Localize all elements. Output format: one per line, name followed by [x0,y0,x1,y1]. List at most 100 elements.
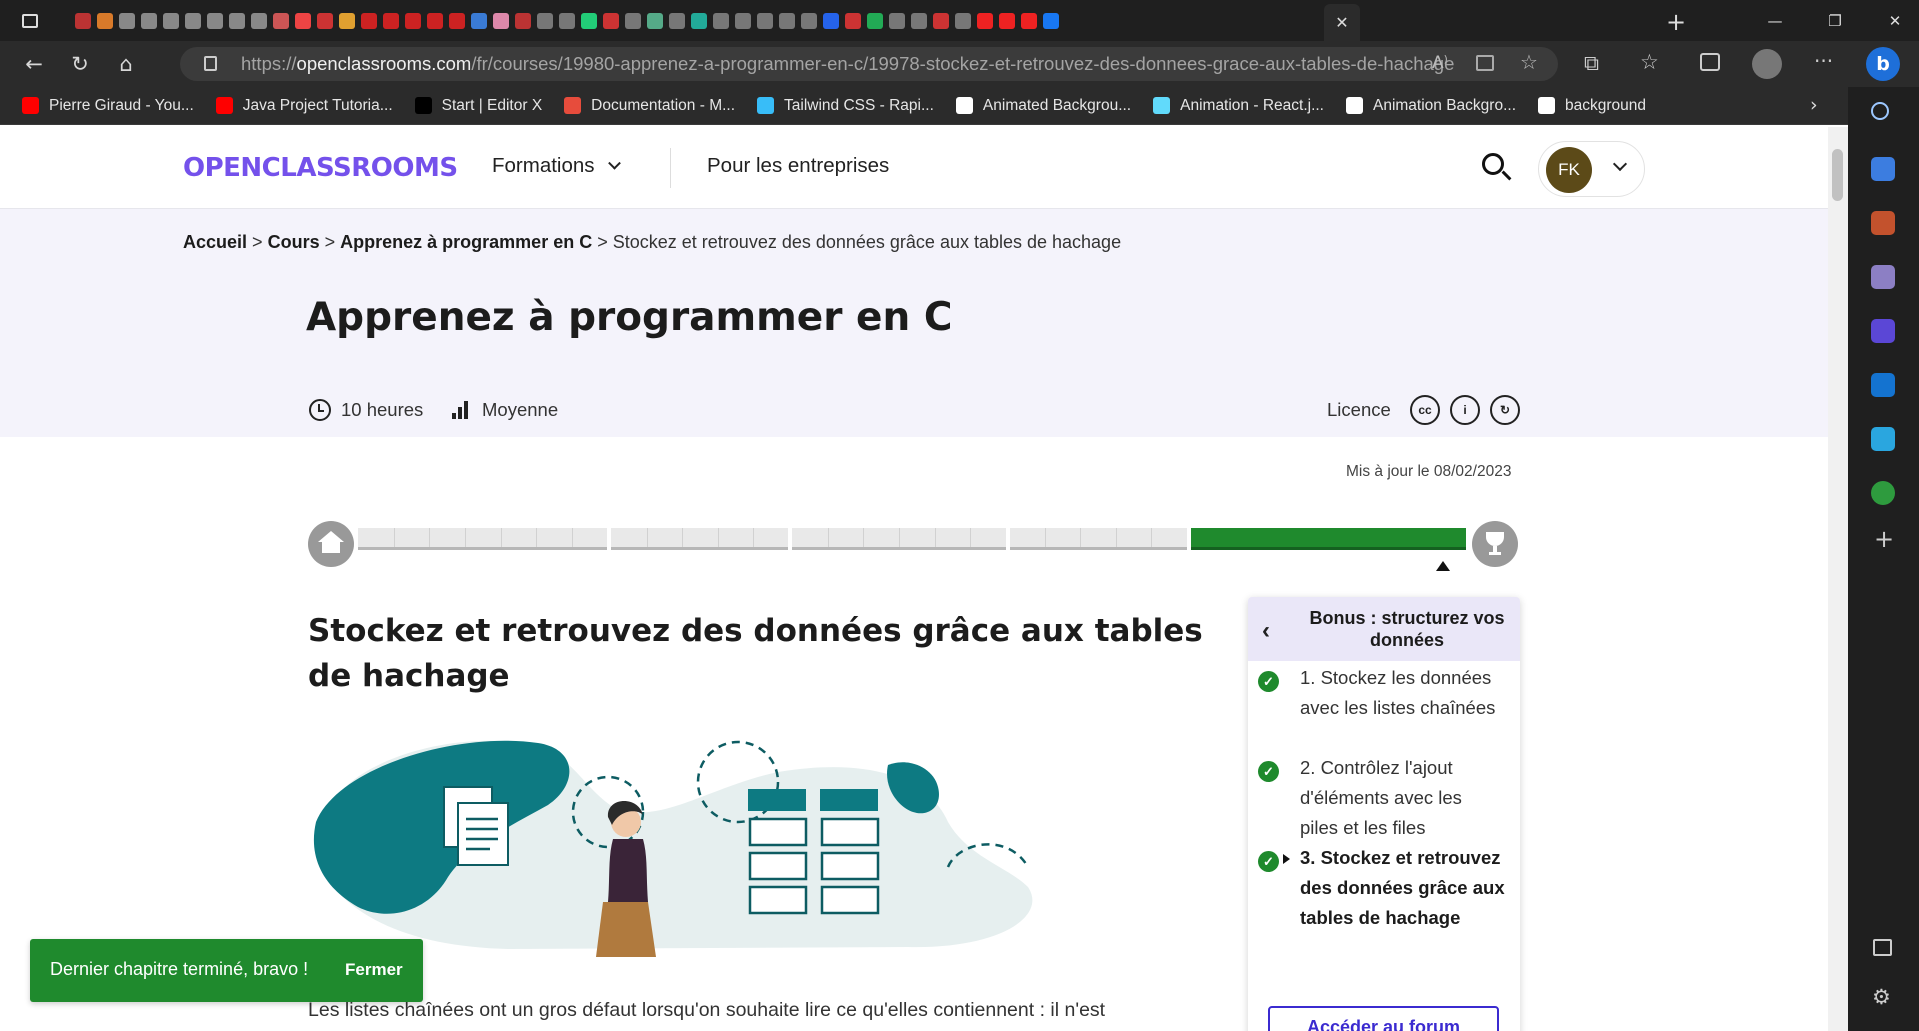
nav-formations[interactable]: Formations [492,154,622,178]
bookmark-item[interactable]: Animation - React.j... [1153,97,1324,115]
site-logo[interactable]: OPENCLASSROOMS [183,153,458,183]
progress-part[interactable] [1190,528,1466,550]
tab-favicon-icon[interactable] [889,12,905,29]
nav-entreprises[interactable]: Pour les entreprises [707,154,889,178]
tab-favicon-icon[interactable] [515,12,531,29]
tab-favicon-icon[interactable] [713,12,729,29]
tab-favicon-icon[interactable] [1021,12,1037,29]
scrollbar-thumb[interactable] [1832,149,1843,201]
lock-icon[interactable] [204,56,217,71]
tab-favicon-icon[interactable] [669,12,685,29]
add-favorite-icon[interactable]: ☆ [1520,50,1538,74]
tab-favicon-icon[interactable] [317,12,333,29]
tools-icon[interactable] [1871,211,1895,235]
tab-favicon-icon[interactable] [97,12,113,29]
microsoft365-icon[interactable] [1871,319,1895,343]
progress-part[interactable] [358,528,608,550]
tab-favicon-icon[interactable] [251,12,267,29]
hide-sidebar-icon[interactable] [1873,939,1892,956]
tab-favicon-icon[interactable] [471,12,487,29]
tab-favicon-icon[interactable] [207,12,223,29]
avatar[interactable]: FK [1546,147,1592,193]
toast-close-button[interactable]: Fermer [345,960,403,980]
outlook-icon[interactable] [1871,373,1895,397]
tab-favicon-icon[interactable] [119,12,135,29]
tab-favicon-icon[interactable] [823,12,839,29]
forum-button[interactable]: Accéder au forum [1268,1006,1499,1031]
tab-favicon-icon[interactable] [603,12,619,29]
page-scrollbar[interactable] [1828,127,1848,1031]
maximize-icon[interactable]: ❐ [1812,0,1858,41]
tab-favicon-icon[interactable] [757,12,773,29]
attribution-icon[interactable]: i [1450,395,1480,425]
sidebar-settings-icon[interactable]: ⚙ [1872,985,1891,1009]
chevron-left-icon[interactable]: ‹ [1262,617,1270,645]
breadcrumb-accueil[interactable]: Accueil [183,232,247,252]
tab-favicon-icon[interactable] [163,12,179,29]
tab-favicon-icon[interactable] [141,12,157,29]
copilot-icon[interactable]: b [1866,47,1900,81]
refresh-icon[interactable]: ↻ [60,44,100,84]
chevron-down-icon[interactable] [1612,156,1628,172]
tab-favicon-icon[interactable] [427,12,443,29]
tab-favicon-icon[interactable] [955,12,971,29]
progress-part[interactable] [611,528,789,550]
profile-avatar[interactable] [1752,49,1782,79]
tab-favicon-icon[interactable] [559,12,575,29]
close-tab-icon[interactable]: ✕ [1335,13,1348,32]
tab-favicon-icon[interactable] [647,12,663,29]
tab-favicon-icon[interactable] [537,12,553,29]
bookmark-item[interactable]: Animation Backgro... [1345,97,1516,115]
trophy-icon[interactable] [1472,521,1518,567]
progress-part[interactable] [1009,528,1187,550]
tab-favicon-icon[interactable] [977,12,993,29]
collections-icon[interactable] [1700,53,1720,71]
minimize-icon[interactable]: — [1752,0,1798,41]
add-sidebar-app-icon[interactable]: + [1874,525,1894,553]
tab-favicon-icon[interactable] [273,12,289,29]
tab-favicon-icon[interactable] [1043,12,1059,29]
tab-favicon-icon[interactable] [801,12,817,29]
breadcrumb-cours[interactable]: Cours [268,232,320,252]
tab-favicon-icon[interactable] [383,12,399,29]
extensions-icon[interactable]: ⧉ [1584,51,1599,76]
tab-favicon-icon[interactable] [625,12,641,29]
split-screen-icon[interactable] [1476,55,1494,71]
tab-favicon-icon[interactable] [493,12,509,29]
tab-favicon-icon[interactable] [449,12,465,29]
breadcrumb-course[interactable]: Apprenez à programmer en C [340,232,592,252]
tree-icon[interactable] [1871,481,1895,505]
tab-favicon-icon[interactable] [405,12,421,29]
back-icon[interactable]: ← [14,44,54,84]
send-icon[interactable] [1871,427,1895,451]
tab-favicon-icon[interactable] [911,12,927,29]
address-bar[interactable]: https://openclassrooms.com/fr/courses/19… [180,47,1558,81]
tab-favicon-icon[interactable] [691,12,707,29]
tab-favicon-icon[interactable] [361,12,377,29]
bookmark-item[interactable]: Animated Backgrou... [955,97,1131,115]
settings-more-icon[interactable]: ··· [1814,49,1833,73]
read-aloud-icon[interactable]: A⁾ [1432,53,1448,73]
tab-favicon-icon[interactable] [75,12,91,29]
tab-actions-icon[interactable] [22,13,38,28]
tab-favicon-icon[interactable] [867,12,883,29]
share-alike-icon[interactable]: ↻ [1490,395,1520,425]
tab-favicon-icon[interactable] [229,12,245,29]
tab-favicon-icon[interactable] [779,12,795,29]
cc-icon[interactable]: cc [1410,395,1440,425]
active-tab[interactable]: ✕ [1324,4,1360,41]
user-menu[interactable]: FK [1538,141,1645,197]
progress-part[interactable] [792,528,1006,550]
close-window-icon[interactable]: ✕ [1872,0,1918,41]
bookmark-item[interactable]: Documentation - M... [564,97,735,115]
bookmark-item[interactable]: Java Project Tutoria... [215,97,393,115]
tab-favicon-icon[interactable] [999,12,1015,29]
tab-favicon-icon[interactable] [339,12,355,29]
favorites-icon[interactable]: ☆ [1640,50,1659,74]
tab-favicon-icon[interactable] [933,12,949,29]
tab-favicon-icon[interactable] [735,12,751,29]
bookmarks-overflow-icon[interactable]: › [1810,94,1818,116]
new-tab-icon[interactable]: + [1666,8,1686,36]
course-home-icon[interactable] [308,521,354,567]
tab-favicon-icon[interactable] [581,12,597,29]
